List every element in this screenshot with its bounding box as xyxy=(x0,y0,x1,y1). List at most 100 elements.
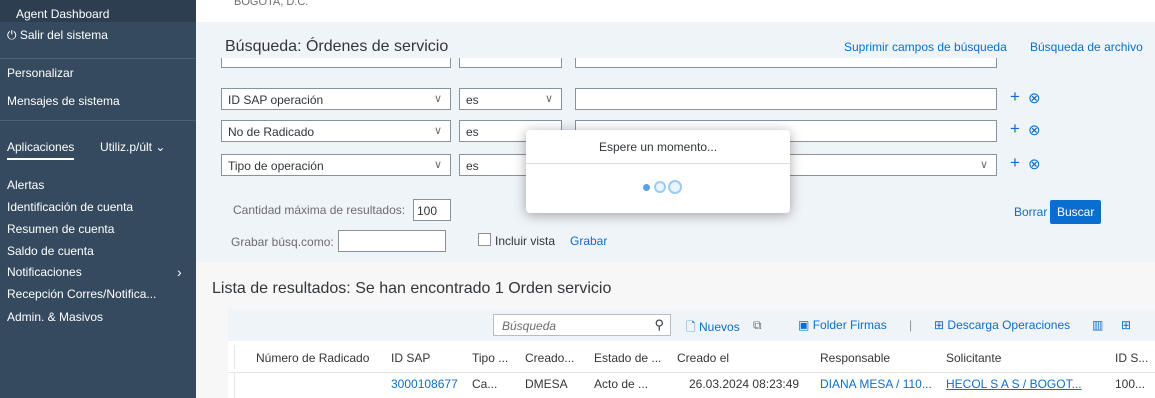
cell-solicitante-link[interactable]: HECOL S A S / BOGOT... xyxy=(946,377,1082,391)
sidebar-item-personalizar[interactable]: Personalizar xyxy=(7,66,74,80)
results-title: Lista de resultados: Se han encontrado 1… xyxy=(212,280,612,297)
include-view-label: Incluir vista xyxy=(495,234,556,248)
busy-dialog: Espere un momento... xyxy=(526,130,790,213)
criteria-field-select[interactable]: Tipo de operación ∨ xyxy=(221,154,451,176)
sidebar-item-admin[interactable]: Admin. & Masivos xyxy=(7,310,103,324)
busy-indicator-dot-3 xyxy=(668,180,682,194)
busy-dialog-message: Espere un momento... xyxy=(598,140,718,154)
col-estado[interactable]: Estado de ... xyxy=(594,351,661,365)
search-button[interactable]: Buscar xyxy=(1050,200,1102,224)
col-creado-por[interactable]: Creado... xyxy=(525,351,574,365)
save-as-input[interactable] xyxy=(338,230,446,252)
col-solicitante[interactable]: Solicitante xyxy=(946,351,1001,365)
agent-dashboard-title[interactable]: Agent Dashboard xyxy=(16,7,109,21)
criteria-field-value: ID SAP operación xyxy=(228,93,324,107)
clear-button[interactable]: Borrar xyxy=(1014,205,1047,219)
busy-dialog-divider xyxy=(526,163,790,164)
criteria-operator-hidden[interactable] xyxy=(459,58,562,68)
logout-label: Salir del sistema xyxy=(19,28,108,42)
cell-creado-el: 26.03.2024 08:23:49 xyxy=(689,377,800,391)
results-search-input[interactable]: Búsqueda ⚲ xyxy=(493,314,671,336)
tab-recent-label: Utiliz.p/últ xyxy=(100,140,153,154)
cell-tipo: Ca... xyxy=(472,377,498,391)
sidebar-item-saldo[interactable]: Saldo de cuenta xyxy=(7,244,94,258)
new-doc-icon: 🗋 xyxy=(686,320,696,334)
chart-icon[interactable]: ▥ xyxy=(1092,318,1103,332)
download-operations-label: Descarga Operaciones xyxy=(947,318,1071,332)
copy-icon[interactable]: ⧉ xyxy=(753,318,762,333)
file-search-link[interactable]: Búsqueda de archivo xyxy=(1030,40,1143,54)
search-icon[interactable]: ⚲ xyxy=(654,317,664,333)
sidebar-item-mensajes[interactable]: Mensajes de sistema xyxy=(7,94,120,108)
results-search-placeholder: Búsqueda xyxy=(502,319,557,333)
folder-firmas-button[interactable]: ▣ Folder Firmas xyxy=(798,318,887,332)
table-row[interactable]: 3000108677 Ca... DMESA Acto de ... 26.03… xyxy=(228,373,1155,398)
sidebar-divider xyxy=(0,58,196,59)
criteria-field-select[interactable]: ID SAP operación ∨ xyxy=(221,88,451,110)
col-id-s[interactable]: ID S... xyxy=(1115,351,1148,365)
col-tipo[interactable]: Tipo ... xyxy=(472,351,508,365)
results-toolbar: Búsqueda ⚲ 🗋 Nuevos ⧉ ▣ Folder Firmas | … xyxy=(228,309,1155,341)
download-icon: ⊞ xyxy=(934,318,945,332)
logout-link[interactable]: ⏻ Salir del sistema xyxy=(7,28,108,43)
sidebar-item-alertas[interactable]: Alertas xyxy=(7,178,44,192)
sidebar-item-resumen[interactable]: Resumen de cuenta xyxy=(7,222,114,236)
criteria-field-hidden[interactable] xyxy=(221,58,451,68)
criteria-operator-value: es xyxy=(466,125,479,139)
cell-id-sap-link[interactable]: 3000108677 xyxy=(391,377,458,391)
col-numero-radicado[interactable]: Número de Radicado xyxy=(256,351,369,365)
criteria-operator-value: es xyxy=(466,159,479,173)
column-separator xyxy=(234,373,235,398)
cell-responsable-link[interactable]: DIANA MESA / 110... xyxy=(820,377,932,391)
tab-aplicaciones[interactable]: Aplicaciones xyxy=(7,140,75,160)
sidebar-item-identificacion[interactable]: Identificación de cuenta xyxy=(7,200,133,214)
add-criteria-button[interactable]: + xyxy=(1010,153,1020,173)
sidebar-divider xyxy=(0,120,196,121)
busy-indicator-dot-2 xyxy=(654,181,666,193)
chevron-down-icon: ∨ xyxy=(433,159,442,171)
criteria-field-value: Tipo de operación xyxy=(228,159,324,173)
table-header: Número de Radicado ID SAP Tipo ... Cread… xyxy=(228,341,1155,373)
col-id-sap[interactable]: ID SAP xyxy=(391,351,430,365)
save-as-label: Grabar búsq.como: xyxy=(231,235,334,249)
new-button[interactable]: 🗋 Nuevos xyxy=(686,318,740,339)
chevron-down-icon: ∨ xyxy=(433,125,442,137)
col-creado-el[interactable]: Creado el xyxy=(677,351,729,365)
power-icon: ⏻ xyxy=(7,28,17,42)
cell-creado-por: DMESA xyxy=(525,377,568,391)
criteria-operator-value: es xyxy=(466,93,479,107)
col-responsable[interactable]: Responsable xyxy=(820,351,890,365)
sidebar-item-recepcion[interactable]: Recepción Corres/Notifica... xyxy=(7,287,156,301)
criteria-value-hidden[interactable] xyxy=(575,58,997,68)
criteria-field-value: No de Radicado xyxy=(228,125,315,139)
criteria-operator-select[interactable]: es ∨ xyxy=(459,88,562,110)
include-view-checkbox[interactable] xyxy=(478,233,491,246)
criteria-field-select[interactable]: No de Radicado ∨ xyxy=(221,120,451,142)
max-results-input[interactable]: 100 xyxy=(413,199,451,221)
chevron-down-icon: ∨ xyxy=(979,159,988,171)
chevron-right-icon: › xyxy=(177,264,182,280)
export-icon[interactable]: ⊞ xyxy=(1121,318,1131,332)
hide-search-fields-link[interactable]: Suprimir campos de búsqueda xyxy=(844,40,1007,54)
top-strip: BOGOTA, D.C. xyxy=(196,0,1155,22)
city-label: BOGOTA, D.C. xyxy=(234,0,309,8)
folder-icon: ▣ xyxy=(798,318,810,332)
max-results-label: Cantidad máxima de resultados: xyxy=(233,203,406,217)
tab-recent[interactable]: Utiliz.p/últ ⌄ xyxy=(100,140,165,154)
criteria-value-input[interactable] xyxy=(575,88,997,110)
remove-criteria-button[interactable]: ⊗ xyxy=(1028,89,1041,107)
sidebar: Agent Dashboard ⏻ Salir del sistema Pers… xyxy=(0,0,196,398)
sidebar-header: Agent Dashboard xyxy=(0,0,196,22)
add-criteria-button[interactable]: + xyxy=(1010,119,1020,139)
save-search-link[interactable]: Grabar xyxy=(570,234,607,248)
sidebar-item-notificaciones[interactable]: Notificaciones xyxy=(7,265,82,279)
chevron-down-icon: ∨ xyxy=(544,93,553,105)
remove-criteria-button[interactable]: ⊗ xyxy=(1028,121,1041,139)
add-criteria-button[interactable]: + xyxy=(1010,87,1020,107)
remove-criteria-button[interactable]: ⊗ xyxy=(1028,155,1041,173)
busy-indicator-dot-1 xyxy=(643,184,650,191)
new-button-label: Nuevos xyxy=(699,320,740,334)
column-separator xyxy=(234,345,235,369)
download-operations-button[interactable]: ⊞ Descarga Operaciones xyxy=(934,318,1070,332)
page-title: Búsqueda: Órdenes de servicio xyxy=(225,38,449,55)
